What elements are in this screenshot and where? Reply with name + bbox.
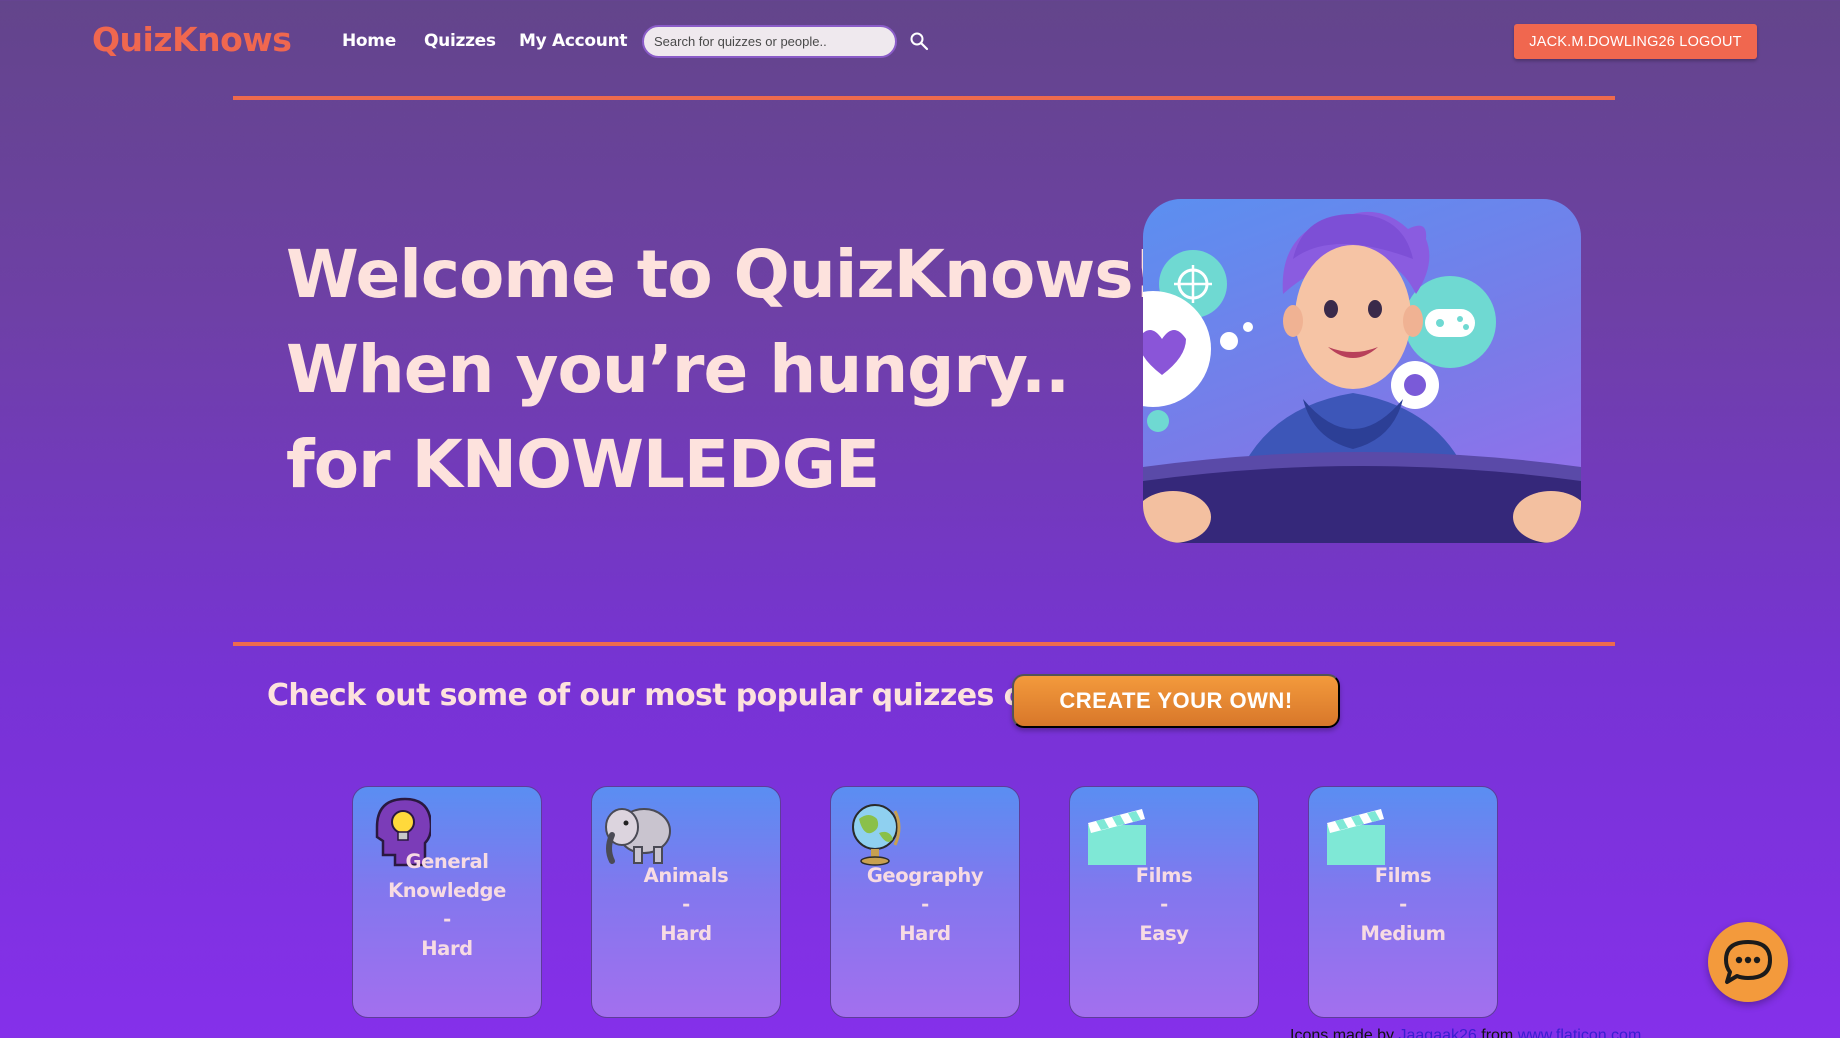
card-title-line-3: Easy [1139,922,1189,945]
nav-my-account-link[interactable]: My Account [519,31,628,51]
card-title-line-3: Medium [1360,922,1446,945]
card-title-line-2: - [921,893,929,916]
popular-quizzes-tagline: Check out some of our most popular quizz… [267,678,1056,713]
card-title-line-2: - [1399,893,1407,916]
search-icon[interactable] [909,31,929,51]
search-input[interactable] [642,25,897,58]
card-title-line-2: - [1160,893,1168,916]
card-title-line-3: - [443,908,451,931]
logout-button[interactable]: JACK.M.DOWLING26 LOGOUT [1514,24,1757,59]
quiz-card-films-easy[interactable]: Films - Easy [1069,786,1259,1018]
top-navigation-bar: QuizKnows Home Quizzes My Account JACK.M… [0,0,1840,84]
quiz-card-geography-hard[interactable]: Geography - Hard [830,786,1020,1018]
icon-credit: Icons made by Jaagaak26 from www.flatico… [1290,1027,1641,1038]
card-title-line-3: Hard [899,922,951,945]
site-logo[interactable]: QuizKnows [92,20,292,59]
nav-quizzes-link[interactable]: Quizzes [424,31,496,51]
card-title-line-1: Films [1374,864,1432,887]
elephant-icon [605,808,671,864]
hero-heading-line-2: When you’re hungry.. [286,331,1070,408]
top-divider [233,96,1615,100]
credit-prefix: Icons made by [1290,1027,1399,1038]
card-title-line-1: Geography [866,864,984,887]
nav-home-link[interactable]: Home [342,31,396,51]
quiz-card-films-medium[interactable]: Films - Medium [1308,786,1498,1018]
credit-author-link[interactable]: Jaagaak26 [1399,1027,1477,1038]
middle-divider [233,642,1615,646]
card-title-line-1: Films [1135,864,1193,887]
card-title-line-4: Hard [421,937,473,960]
clapperboard-icon [1088,809,1146,865]
hero-heading-line-1: Welcome to QuizKnows! [286,236,1163,313]
quiz-card-animals-hard[interactable]: Animals - Hard [591,786,781,1018]
credit-middle: from [1476,1027,1518,1038]
card-title-line-1: Animals [643,864,729,887]
chat-button[interactable] [1708,922,1788,1002]
create-your-own-button[interactable]: CREATE YOUR OWN! [1012,674,1340,728]
card-title-line-3: Hard [660,922,712,945]
hero-gamer-illustration [1143,199,1581,543]
card-title-line-2: Knowledge [388,879,506,902]
chat-bubble-icon [1724,940,1772,984]
globe-icon [852,804,901,866]
card-title-line-1: General [405,850,489,873]
quiz-card-general-knowledge-hard[interactable]: General Knowledge - Hard [352,786,542,1018]
card-title-line-2: - [682,893,690,916]
credit-site-link[interactable]: www.flaticon.com [1518,1027,1642,1038]
hero-heading-line-3: for KNOWLEDGE [286,426,880,503]
clapperboard-icon [1327,809,1385,865]
